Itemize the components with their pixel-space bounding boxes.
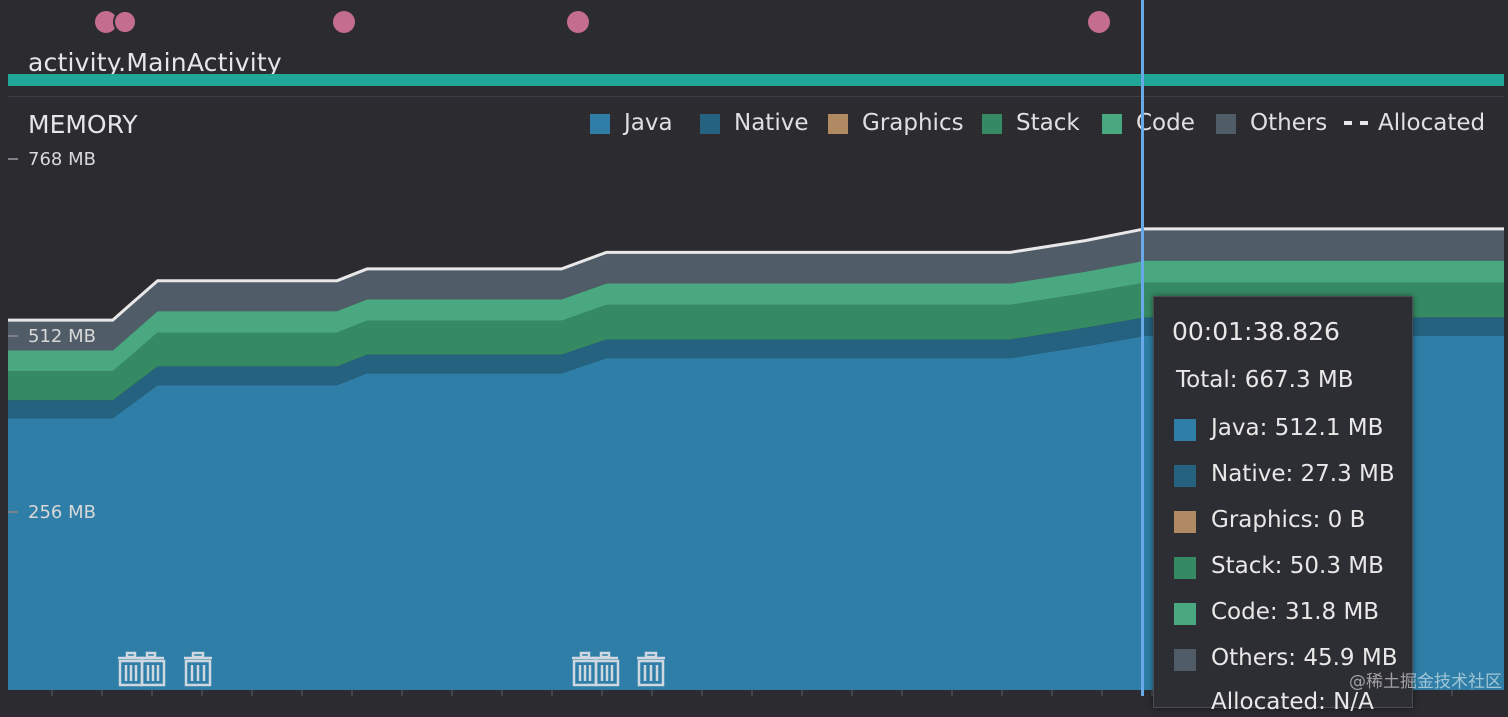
tooltip-text: Native: 27.3 MB	[1211, 461, 1395, 487]
y-axis-tick	[8, 158, 18, 160]
tooltip-swatch	[1174, 511, 1196, 533]
y-axis-label: 768 MB	[28, 149, 96, 170]
garbage-collection-icon[interactable]	[570, 650, 622, 688]
tooltip-time: 00:01:38.826	[1172, 317, 1340, 346]
garbage-collection-icon[interactable]	[116, 650, 168, 688]
tooltip-swatch	[1174, 419, 1196, 441]
garbage-collection-icon[interactable]	[182, 650, 216, 688]
watermark: @稀土掘金技术社区	[1349, 672, 1502, 692]
tooltip-swatch	[1174, 603, 1196, 625]
tooltip-swatch	[1174, 649, 1196, 671]
time-cursor[interactable]	[1141, 0, 1144, 696]
tooltip-text: Code: 31.8 MB	[1211, 599, 1380, 625]
tooltip-swatch	[1174, 465, 1196, 487]
y-axis-label: 512 MB	[28, 326, 96, 347]
tooltip-swatch	[1174, 557, 1196, 579]
tooltip-text: Graphics: 0 B	[1211, 507, 1366, 533]
memory-profiler: activity.MainActivity MEMORY Java Native…	[0, 0, 1508, 715]
tooltip-text: Allocated: N/A	[1211, 689, 1374, 715]
tooltip-text: Java: 512.1 MB	[1211, 415, 1384, 441]
tooltip-swatch	[1174, 693, 1196, 715]
garbage-collection-icon[interactable]	[635, 650, 669, 688]
tooltip-text: Stack: 50.3 MB	[1211, 553, 1384, 579]
y-axis-tick	[8, 335, 18, 337]
memory-tooltip: 00:01:38.826 Total: 667.3 MB Java: 512.1…	[1153, 296, 1413, 715]
y-axis-label: 256 MB	[28, 502, 96, 523]
y-axis-tick	[8, 511, 18, 513]
tooltip-total: Total: 667.3 MB	[1176, 367, 1354, 393]
